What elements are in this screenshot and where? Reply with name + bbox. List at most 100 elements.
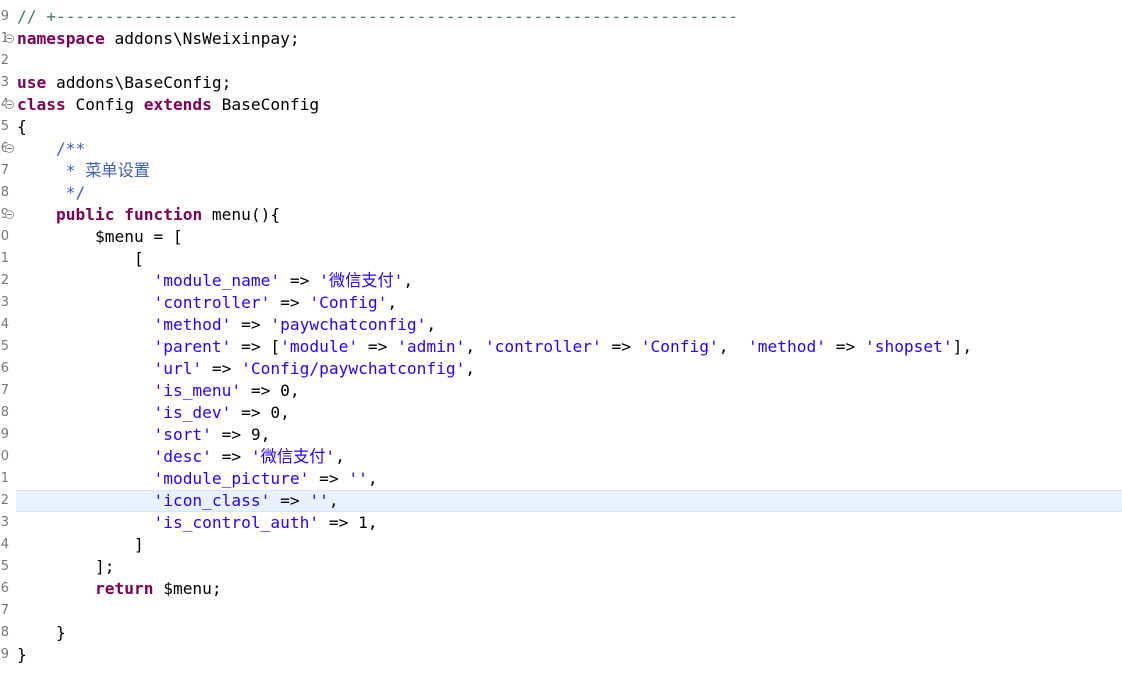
code-line[interactable]: 7 'is_menu' => 0,	[0, 380, 1122, 402]
line-number: 7	[0, 603, 9, 618]
code-token: 'icon_class'	[153, 491, 271, 510]
code-token: use	[17, 73, 47, 92]
code-line[interactable]: 6 /**	[0, 138, 1122, 160]
code-token: '微信支付'	[250, 447, 336, 466]
code-line[interactable]: 5 'parent' => ['module' => 'admin', 'con…	[0, 336, 1122, 358]
code-line[interactable]: 1namespace addons\NsWeixinpay;	[0, 28, 1122, 50]
code-token: 'paywchatconfig'	[270, 315, 427, 334]
line-number: 3	[0, 295, 9, 310]
code-token: namespace	[17, 29, 105, 48]
code-token: 'Config/paywchatconfig'	[241, 359, 466, 378]
line-number: 4	[0, 537, 9, 552]
line-number: 0	[0, 229, 9, 244]
code-line[interactable]: 3 'is_control_auth' => 1,	[0, 512, 1122, 534]
line-number: 8	[0, 185, 9, 200]
code-text: public function menu(){	[17, 204, 280, 226]
code-token: =>	[358, 337, 398, 356]
code-line[interactable]: 3 'controller' => 'Config',	[0, 292, 1122, 314]
code-line[interactable]: 4 'method' => 'paywchatconfig',	[0, 314, 1122, 336]
code-text: 'is_menu' => 0,	[17, 380, 299, 402]
code-line[interactable]: 1 [	[0, 248, 1122, 270]
code-line[interactable]: 0 $menu = [	[0, 226, 1122, 248]
code-line[interactable]: 9 // +-----------------------------------…	[0, 6, 1122, 28]
code-text: 'sort' => 9,	[17, 424, 270, 446]
code-token: }	[17, 645, 27, 664]
code-token: 'is_control_auth'	[153, 513, 320, 532]
code-editor[interactable]: 9 // +-----------------------------------…	[0, 0, 1122, 681]
code-token: '微信支付'	[319, 271, 404, 290]
code-text: 'module_name' => '微信支付',	[17, 270, 413, 292]
code-line[interactable]: 0 'desc' => '微信支付',	[0, 446, 1122, 468]
line-number: 5	[0, 559, 9, 574]
fold-collapse-icon[interactable]	[5, 210, 14, 219]
code-token: => [	[231, 337, 281, 356]
code-text: }	[17, 622, 66, 644]
code-line[interactable]: 8 'is_dev' => 0,	[0, 402, 1122, 424]
line-number: 3	[0, 75, 9, 90]
code-token: ,	[465, 359, 476, 378]
code-token: =>	[825, 337, 865, 356]
line-number: 1	[0, 471, 9, 486]
fold-collapse-icon[interactable]	[5, 34, 14, 43]
code-token: 'module'	[280, 337, 359, 356]
fold-collapse-icon[interactable]	[5, 144, 14, 153]
code-line[interactable]: 7 * 菜单设置	[0, 160, 1122, 182]
code-text: 'controller' => 'Config',	[17, 292, 397, 314]
code-line[interactable]: 8 }	[0, 622, 1122, 644]
code-line[interactable]: 4class Config extends BaseConfig	[0, 94, 1122, 116]
line-number: 2	[0, 493, 9, 508]
code-line[interactable]: 4 ]	[0, 534, 1122, 556]
code-token: 'url'	[153, 359, 203, 378]
code-token: Config	[65, 95, 144, 114]
code-line[interactable]: 2 'icon_class' => '',	[0, 490, 1122, 512]
code-token: 'module_picture'	[153, 469, 310, 488]
code-token: 'is_dev'	[153, 403, 232, 422]
code-line[interactable]: 9 'sort' => 9,	[0, 424, 1122, 446]
code-token: ,	[465, 337, 485, 356]
code-line[interactable]: 2 'module_name' => '微信支付',	[0, 270, 1122, 292]
code-token: extends	[143, 95, 212, 114]
code-token: => 1,	[319, 513, 378, 532]
code-text: 'url' => 'Config/paywchatconfig',	[17, 358, 475, 380]
code-token: $menu = [	[17, 227, 183, 246]
code-line[interactable]: 3 use addons\BaseConfig;	[0, 72, 1122, 94]
code-text: {	[17, 116, 27, 138]
code-line[interactable]: 9 public function menu(){	[0, 204, 1122, 226]
code-line[interactable]: 1 'module_picture' => '',	[0, 468, 1122, 490]
code-line[interactable]: 5{	[0, 116, 1122, 138]
code-token: addons\BaseConfig;	[46, 73, 232, 92]
code-text: 'module_picture' => '',	[17, 468, 377, 490]
code-token: 'Config'	[640, 337, 719, 356]
code-token: }	[17, 623, 66, 642]
code-line[interactable]: 6 'url' => 'Config/paywchatconfig',	[0, 358, 1122, 380]
code-line[interactable]: 7	[0, 600, 1122, 622]
line-number: 9	[0, 647, 9, 662]
line-number: 8	[0, 405, 9, 420]
code-text: use addons\BaseConfig;	[17, 72, 231, 94]
code-token: =>	[202, 359, 242, 378]
fold-collapse-icon[interactable]	[5, 100, 14, 109]
line-number: 1	[0, 251, 9, 266]
code-line[interactable]: 8 */	[0, 182, 1122, 204]
code-text: $menu = [	[17, 226, 183, 248]
code-line[interactable]: 6 return $menu;	[0, 578, 1122, 600]
code-line[interactable]: 9}	[0, 644, 1122, 666]
code-text: 'is_control_auth' => 1,	[17, 512, 378, 534]
code-line[interactable]: 2	[0, 50, 1122, 72]
code-text: [	[17, 248, 144, 270]
code-text: ];	[17, 556, 115, 578]
code-text: 'icon_class' => '',	[17, 490, 338, 512]
code-token: $menu;	[153, 579, 222, 598]
code-token: /**	[17, 139, 86, 158]
code-line[interactable]: 5 ];	[0, 556, 1122, 578]
line-number: 3	[0, 515, 9, 530]
code-token: 'controller'	[484, 337, 602, 356]
code-token: class	[17, 95, 66, 114]
